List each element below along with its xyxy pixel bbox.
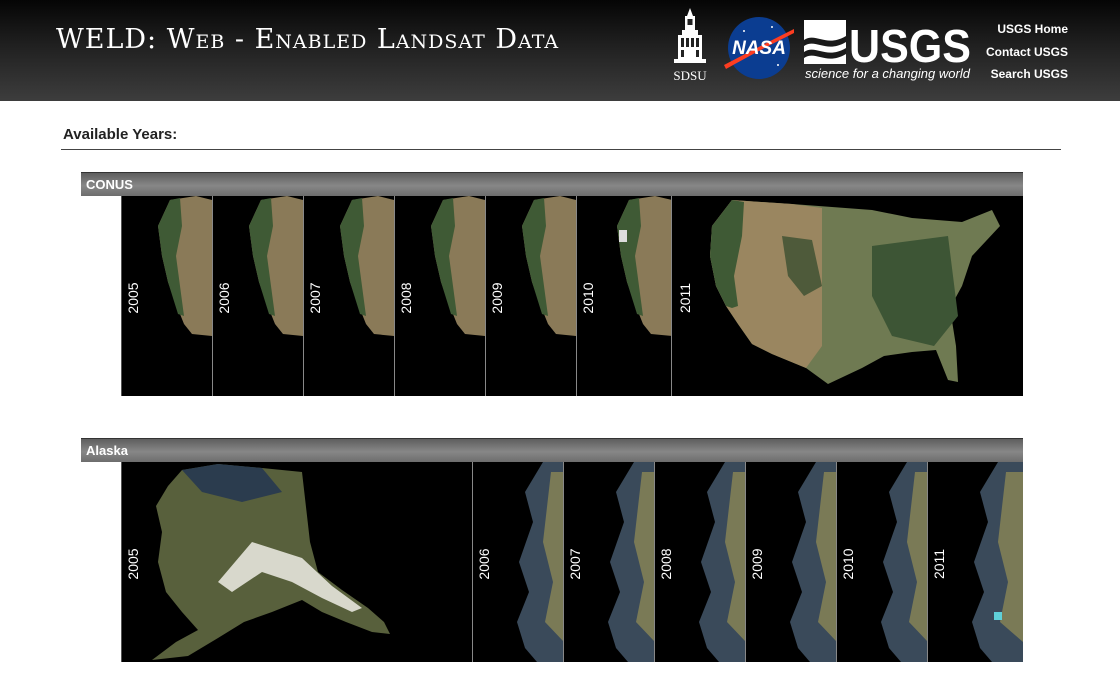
conus-tile-2009[interactable]: 2009	[486, 196, 577, 396]
year-label-2011: 2011	[677, 282, 693, 314]
alaska-year-strip: 2005 2006 2007 2008 2009 2010 2011	[121, 462, 1023, 662]
usgs-tagline: science for a changing world	[805, 67, 971, 81]
year-label-2005: 2005	[125, 548, 141, 580]
year-label-2005: 2005	[125, 282, 141, 314]
alaska-tile-2010[interactable]: 2010	[837, 462, 928, 662]
year-label-2008: 2008	[398, 282, 414, 314]
section-divider	[61, 149, 1061, 150]
year-label-2009: 2009	[489, 282, 505, 314]
sdsu-logo-text: SDSU	[673, 68, 707, 83]
contact-usgs-link[interactable]: Contact USGS	[986, 41, 1068, 64]
usgs-home-link[interactable]: USGS Home	[986, 18, 1068, 41]
available-years-heading: Available Years:	[63, 126, 178, 143]
conus-panel-header: CONUS	[81, 172, 1023, 196]
conus-tile-2010[interactable]: 2010	[577, 196, 672, 396]
alaska-tile-2009[interactable]: 2009	[746, 462, 837, 662]
year-label-2010: 2010	[840, 548, 856, 580]
search-usgs-link[interactable]: Search USGS	[986, 63, 1068, 86]
alaska-tile-2005[interactable]: 2005	[122, 462, 473, 662]
nasa-logo-text: NASA	[732, 38, 786, 59]
alaska-panel: Alaska 2005 2006 2007 2008 2009 2010 201…	[81, 438, 1023, 663]
conus-year-strip: 2005 2006 2007 2008 2009 2010 2011	[121, 196, 1023, 396]
sdsu-logo[interactable]: SDSU	[670, 6, 710, 84]
site-header: WELD: Web - Enabled Landsat Data SDSU NA…	[0, 0, 1120, 101]
alaska-tile-2008[interactable]: 2008	[655, 462, 746, 662]
year-label-2011: 2011	[931, 548, 947, 580]
year-label-2008: 2008	[658, 548, 674, 580]
year-label-2006: 2006	[216, 282, 232, 314]
alaska-full-thumbnail	[152, 464, 390, 660]
year-label-2006: 2006	[476, 548, 492, 580]
year-label-2007: 2007	[567, 548, 583, 580]
alaska-panel-header: Alaska	[81, 438, 1023, 462]
year-label-2010: 2010	[580, 282, 596, 314]
alaska-tile-2011[interactable]: 2011	[928, 462, 1023, 662]
conus-tile-2007[interactable]: 2007	[304, 196, 395, 396]
conus-tile-2006[interactable]: 2006	[213, 196, 304, 396]
alaska-tile-2006[interactable]: 2006	[473, 462, 564, 662]
year-label-2009: 2009	[749, 548, 765, 580]
conus-tile-2008[interactable]: 2008	[395, 196, 486, 396]
nasa-logo[interactable]: NASA	[722, 15, 796, 81]
conus-full-thumbnail	[710, 200, 1000, 384]
header-links: USGS Home Contact USGS Search USGS	[986, 18, 1068, 86]
conus-tile-2011[interactable]: 2011	[672, 196, 1023, 396]
conus-panel: CONUS 2005 2006 2007 2008 2009 2010 2011	[81, 172, 1023, 397]
usgs-logo[interactable]: USGS science for a changing world	[804, 18, 974, 84]
usgs-logo-text: USGS	[849, 20, 971, 72]
alaska-tile-2007[interactable]: 2007	[564, 462, 655, 662]
conus-tile-2005[interactable]: 2005	[122, 196, 213, 396]
year-label-2007: 2007	[307, 282, 323, 314]
site-title: WELD: Web - Enabled Landsat Data	[56, 24, 560, 55]
